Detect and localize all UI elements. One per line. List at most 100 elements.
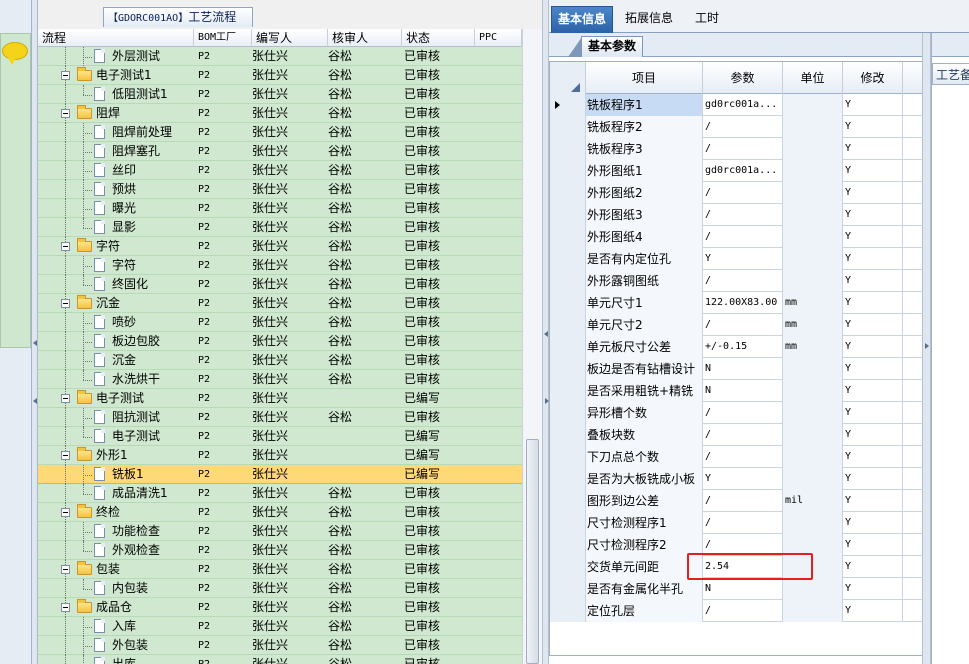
tree-item-row[interactable]: 字符 P2 张仕兴 谷松 已审核 — [38, 256, 522, 275]
collapse-toggle-icon[interactable] — [61, 565, 70, 574]
param-value[interactable]: / — [703, 270, 783, 292]
tab-basic-params[interactable]: 基本参数 — [567, 36, 644, 57]
param-modify-flag[interactable]: Y — [843, 358, 903, 380]
tree-item-row[interactable]: 丝印 P2 张仕兴 谷松 已审核 — [38, 161, 522, 180]
collapse-toggle-icon[interactable] — [61, 71, 70, 80]
param-unit[interactable] — [783, 116, 843, 138]
param-unit[interactable] — [783, 446, 843, 468]
param-modify-flag[interactable]: Y — [843, 336, 903, 358]
param-value[interactable]: / — [703, 226, 783, 248]
param-unit[interactable] — [783, 248, 843, 270]
param-unit[interactable]: mil — [783, 490, 843, 512]
row-selector[interactable] — [550, 600, 586, 622]
tree-folder-row[interactable]: 包装 P2 张仕兴 谷松 已审核 — [38, 560, 522, 579]
row-selector[interactable] — [550, 138, 586, 160]
param-value[interactable]: / — [703, 204, 783, 226]
tree-scrollbar[interactable] — [522, 29, 542, 664]
expand-right-icon[interactable] — [925, 343, 929, 349]
col-header-modify[interactable]: 修改 — [843, 62, 903, 94]
param-row[interactable]: 铣板程序2/ Y — [550, 116, 924, 138]
param-value[interactable]: Y — [703, 468, 783, 490]
tree-item-row[interactable]: 入库 P2 张仕兴 谷松 已审核 — [38, 617, 522, 636]
col-header-item[interactable]: 项目 — [586, 62, 703, 94]
tree-item-row[interactable]: 成品清洗1 P2 张仕兴 谷松 已审核 — [38, 484, 522, 503]
param-modify-flag[interactable]: Y — [843, 138, 903, 160]
right-splitter[interactable] — [922, 33, 931, 664]
param-unit[interactable] — [783, 600, 843, 622]
collapse-left-icon[interactable] — [33, 340, 37, 346]
param-row[interactable]: 外形露铜图纸 / Y — [550, 270, 924, 292]
param-unit[interactable] — [783, 94, 843, 116]
col-header-param[interactable]: 参数 — [703, 62, 783, 94]
param-unit[interactable] — [783, 512, 843, 534]
middle-splitter[interactable] — [542, 0, 549, 664]
collapse-toggle-icon[interactable] — [61, 299, 70, 308]
tree-item-row[interactable]: 板边包胶 P2 张仕兴 谷松 已审核 — [38, 332, 522, 351]
collapse-middle-icon[interactable] — [544, 331, 548, 337]
param-row[interactable]: 叠板块数 / Y — [550, 424, 924, 446]
tab-process-notes[interactable]: 工艺备注 — [932, 63, 969, 85]
row-selector[interactable] — [550, 380, 586, 402]
row-selector[interactable] — [550, 468, 586, 490]
param-row[interactable]: 单元尺寸2/mm Y — [550, 314, 924, 336]
param-modify-flag[interactable]: Y — [843, 94, 903, 116]
param-unit[interactable] — [783, 204, 843, 226]
param-modify-flag[interactable]: Y — [843, 534, 903, 556]
row-selector[interactable] — [550, 116, 586, 138]
param-row[interactable]: 铣板程序1 gd0rc001a... Y — [550, 94, 924, 116]
param-row[interactable]: 外形图纸4/ Y — [550, 226, 924, 248]
param-modify-flag[interactable]: Y — [843, 116, 903, 138]
chat-bubble-icon[interactable] — [2, 42, 28, 65]
tree-item-row[interactable]: 喷砂 P2 张仕兴 谷松 已审核 — [38, 313, 522, 332]
col-header-ppc[interactable]: PPC — [475, 29, 522, 47]
param-unit[interactable]: mm — [783, 314, 843, 336]
param-value[interactable]: / — [703, 424, 783, 446]
row-selector[interactable] — [550, 424, 586, 446]
tree-item-row[interactable]: 功能检查 P2 张仕兴 谷松 已审核 — [38, 522, 522, 541]
tree-folder-row[interactable]: 沉金 P2 张仕兴 谷松 已审核 — [38, 294, 522, 313]
tree-item-row[interactable]: 终固化 P2 张仕兴 谷松 已审核 — [38, 275, 522, 294]
tree-item-row[interactable]: 沉金 P2 张仕兴 谷松 已审核 — [38, 351, 522, 370]
tree-item-row[interactable]: 阻抗测试 P2 张仕兴 谷松 已审核 — [38, 408, 522, 427]
row-selector[interactable] — [550, 292, 586, 314]
param-modify-flag[interactable]: Y — [843, 600, 903, 622]
collapse-toggle-icon[interactable] — [61, 603, 70, 612]
param-unit[interactable] — [783, 402, 843, 424]
param-row[interactable]: 是否采用粗铣+精铣 N Y — [550, 380, 924, 402]
param-modify-flag[interactable]: Y — [843, 578, 903, 600]
param-row[interactable]: 是否有金属化半孔 N Y — [550, 578, 924, 600]
param-unit[interactable] — [783, 270, 843, 292]
col-header-process[interactable]: 流程 — [38, 29, 194, 47]
col-header-writer[interactable]: 编写人 — [252, 29, 328, 47]
param-unit[interactable] — [783, 358, 843, 380]
param-row[interactable]: 板边是否有钻槽设计 N Y — [550, 358, 924, 380]
tree-item-row[interactable]: 外层测试 P2 张仕兴 谷松 已审核 — [38, 47, 522, 66]
param-value[interactable]: N — [703, 578, 783, 600]
row-selector[interactable] — [550, 182, 586, 204]
param-row[interactable]: 定位孔层 / Y — [550, 600, 924, 622]
param-value[interactable]: N — [703, 380, 783, 402]
param-row[interactable]: 外形图纸2/ Y — [550, 182, 924, 204]
row-selector[interactable] — [550, 556, 586, 578]
tree-item-row[interactable]: 预烘 P2 张仕兴 谷松 已审核 — [38, 180, 522, 199]
row-selector[interactable] — [550, 578, 586, 600]
param-value[interactable]: / — [703, 402, 783, 424]
tree-item-row[interactable]: 曝光 P2 张仕兴 谷松 已审核 — [38, 199, 522, 218]
param-unit[interactable] — [783, 468, 843, 490]
param-value[interactable]: / — [703, 138, 783, 160]
param-unit[interactable] — [783, 226, 843, 248]
process-flow-tab[interactable]: 【GDORC001AO】工艺流程 — [103, 7, 253, 27]
param-modify-flag[interactable]: Y — [843, 314, 903, 336]
row-selector[interactable] — [550, 94, 586, 116]
col-header-unit[interactable]: 单位 — [783, 62, 843, 94]
param-value[interactable]: Y — [703, 248, 783, 270]
collapse-toggle-icon[interactable] — [61, 109, 70, 118]
param-row[interactable]: 单元板尺寸公差 +/-0.15 mm Y — [550, 336, 924, 358]
tree-folder-row[interactable]: 字符 P2 张仕兴 谷松 已审核 — [38, 237, 522, 256]
tree-item-row[interactable]: 内包装 P2 张仕兴 谷松 已审核 — [38, 579, 522, 598]
param-modify-flag[interactable]: Y — [843, 248, 903, 270]
param-value[interactable]: / — [703, 314, 783, 336]
param-row[interactable]: 下刀点总个数 / Y — [550, 446, 924, 468]
param-row[interactable]: 是否为大板铣成小板 Y Y — [550, 468, 924, 490]
row-selector[interactable] — [550, 160, 586, 182]
